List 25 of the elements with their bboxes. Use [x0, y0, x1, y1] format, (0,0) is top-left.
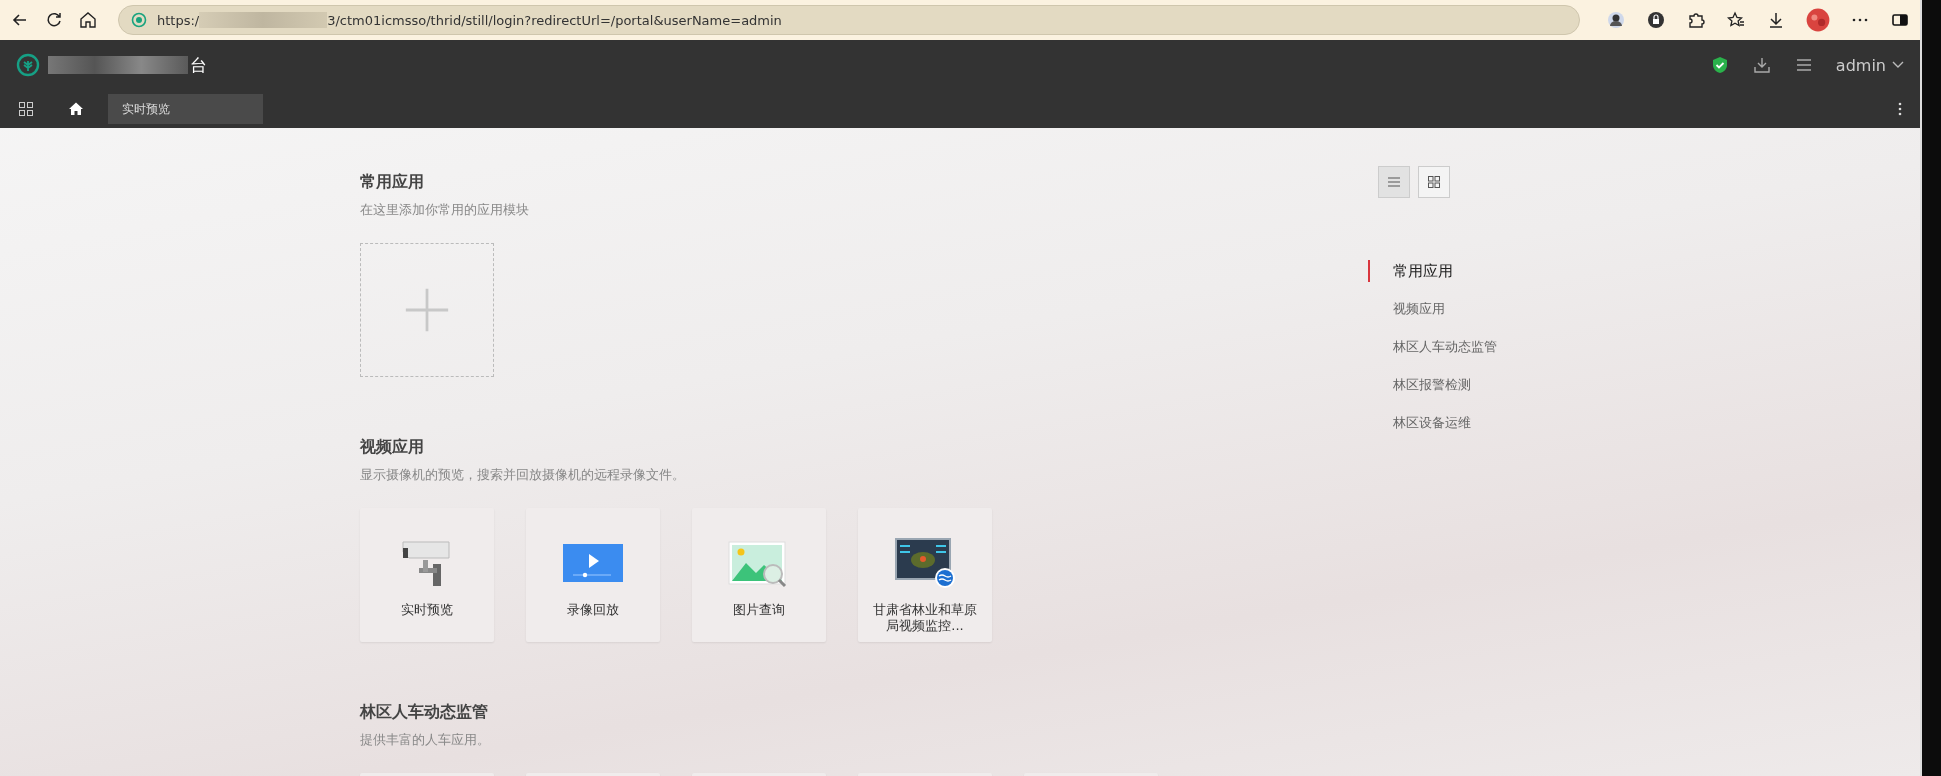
app-card[interactable]: 甘肃省林业和草原局视频监控... [858, 508, 992, 642]
url-text: 3/ctm01icmsso/thrid/still/login?redirectUrl=/portal&userName=admin [327, 12, 782, 28]
url-text: https:/ [157, 12, 200, 28]
section-title: 常用应用 [360, 172, 425, 193]
app-title: 台 [190, 53, 207, 77]
app-card[interactable]: 图片查询 [692, 508, 826, 642]
app-label: 图片查询 [732, 602, 786, 619]
anchor-link[interactable]: 林区设备运维 [1368, 412, 1497, 434]
nav-tab[interactable]: 实时预览 [108, 94, 263, 124]
anchor-link[interactable]: 林区报警检测 [1368, 374, 1497, 396]
app-card[interactable]: 录像回放 [526, 508, 660, 642]
anchor-link[interactable]: 视频应用 [1368, 298, 1497, 320]
section-subtitle: 提供丰富的人车应用。 [360, 731, 491, 749]
section-title: 视频应用 [360, 437, 425, 458]
app-card[interactable]: 实时预览 [360, 508, 494, 642]
address-bar[interactable]: https:/ 3/ctm01icmsso/thrid/still/login?redirectUrl=/portal&userName=admin [118, 5, 1580, 35]
user-menu[interactable]: admin [1835, 55, 1904, 75]
anchor-link[interactable]: 林区人车动态监管 [1368, 336, 1497, 358]
section-title: 林区人车动态监管 [360, 702, 489, 723]
app-label: 甘肃省林业和草原局视频监控... [873, 602, 977, 635]
anchor-link[interactable]: 常用应用 [1368, 260, 1497, 282]
section-subtitle: 在这里添加你常用的应用模块 [360, 201, 530, 219]
app-label: 实时预览 [400, 602, 454, 619]
app-label: 录像回放 [566, 602, 620, 619]
section-subtitle: 显示摄像机的预览，搜索并回放摄像机的远程录像文件。 [360, 466, 686, 484]
